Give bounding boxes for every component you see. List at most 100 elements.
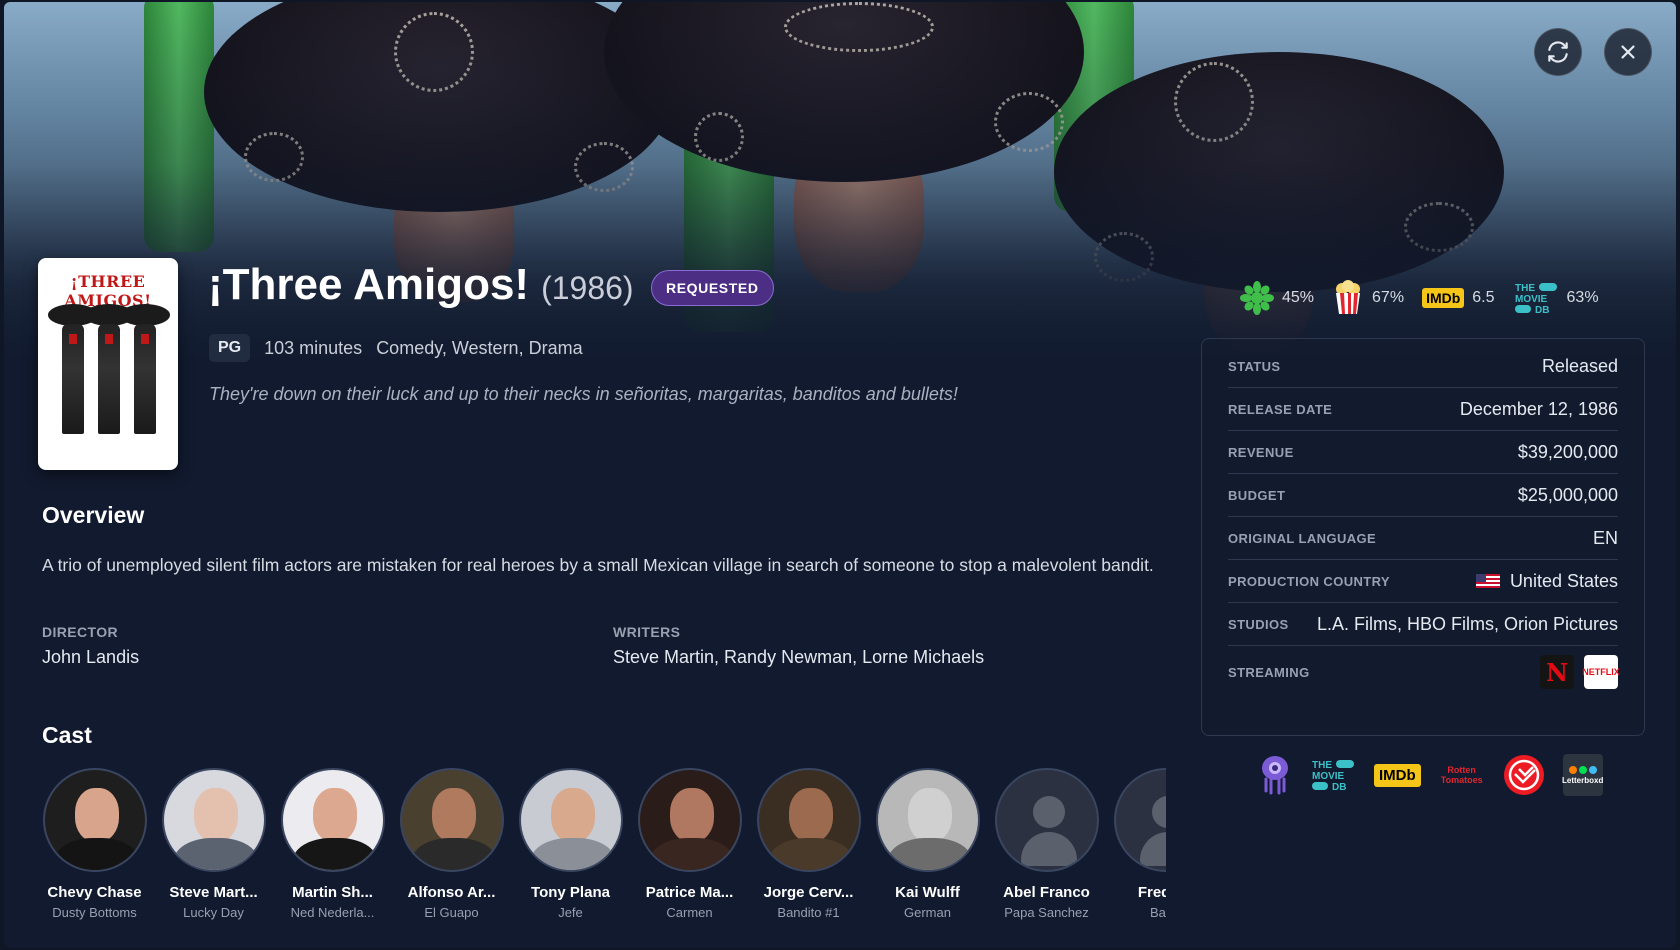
trakt-icon[interactable] [1503,755,1545,795]
avatar [756,768,861,872]
rotten-tomatoes-link[interactable]: Rotten Tomatoes [1439,755,1485,795]
cast-name: Chevy Chase [47,884,142,901]
writers-names[interactable]: Steve Martin, Randy Newman, Lorne Michae… [613,647,984,668]
cast-role: Lucky Day [183,905,244,920]
info-label: STUDIOS [1228,616,1289,632]
info-row-language: ORIGINAL LANGUAGE EN [1228,517,1618,560]
letterboxd-logo: Letterboxd [1562,775,1604,785]
cast-card[interactable]: Tony Plana Jefe [518,768,623,920]
cast-card[interactable]: Fred As Barte [1113,768,1166,920]
cast-card[interactable]: Jorge Cerv... Bandito #1 [756,768,861,920]
info-label: STATUS [1228,358,1281,374]
cast-name: Alfonso Ar... [407,884,496,901]
rating-value: 63% [1566,289,1599,306]
cast-card[interactable]: Martin Sh... Ned Nederla... [280,768,385,920]
avatar [518,768,623,872]
info-row-revenue: REVENUE $39,200,000 [1228,431,1618,474]
director-name[interactable]: John Landis [42,647,139,668]
jellyfish-icon[interactable] [1258,755,1292,795]
ratings-bar: 45% 67% IMDb 6.5 THE MOVIE DB 63% [1240,280,1617,316]
info-value: December 12, 1986 [1459,398,1618,419]
cast-role: Bandito #1 [777,905,840,920]
svg-text:MOVIE: MOVIE [1312,771,1345,782]
letterboxd-dots-icon [1568,765,1597,774]
svg-text:MOVIE: MOVIE [1515,294,1548,305]
cast-card[interactable]: Chevy Chase Dusty Bottoms [42,768,147,920]
info-label: ORIGINAL LANGUAGE [1228,530,1377,546]
movie-title: ¡Three Amigos! [208,260,530,309]
rating-imdb[interactable]: IMDb 6.5 [1422,288,1495,308]
movie-details-page: ¡THREE AMIGOS! ¡Three Amigos! (1986) REQ… [4,2,1676,948]
tagline: They're down on their luck and up to the… [209,384,958,404]
genres: Comedy, Western, Drama [376,337,583,358]
cast-card[interactable]: Patrice Ma... Carmen [637,768,742,920]
info-row-studios: STUDIOS L.A. Films, HBO Films, Orion Pic… [1228,603,1618,646]
cast-name: Jorge Cerv... [763,884,854,901]
cast-name: Tony Plana [531,884,610,901]
close-button[interactable] [1604,28,1652,76]
avatar [280,768,385,872]
cast-card[interactable]: Abel Franco Papa Sanchez [994,768,1099,920]
cast-role: Barte [1149,905,1166,920]
tmdb-link[interactable]: THE MOVIE DB [1310,755,1356,795]
rating-value: 6.5 [1472,289,1495,306]
cast-role: El Guapo [424,905,479,920]
netflix-icon[interactable]: N [1540,655,1574,689]
cast-name: Steve Mart... [169,884,258,901]
streaming-providers: N NETFLIX [1540,655,1620,689]
content-rating: PG [209,334,251,362]
cast-heading: Cast [42,722,92,748]
imdb-link[interactable]: IMDb [1374,755,1421,795]
refresh-button[interactable] [1534,28,1582,76]
info-row-streaming: STREAMING N NETFLIX [1228,646,1620,698]
tmdb-logo-icon: THE MOVIE DB [1312,760,1354,792]
external-links: THE MOVIE DB IMDb Rotten Tomatoes Letter… [1258,754,1603,796]
country-name: United States [1509,570,1618,591]
cast-name: Abel Franco [1003,884,1090,901]
avatar [42,768,147,872]
info-row-budget: BUDGET $25,000,000 [1228,474,1618,517]
svg-text:DB: DB [1535,305,1549,315]
director-label: DIRECTOR [42,624,119,640]
cast-card[interactable]: Kai Wulff German [875,768,980,920]
letterboxd-link[interactable]: Letterboxd [1562,754,1604,796]
close-icon [1621,45,1635,59]
info-label: REVENUE [1228,444,1294,460]
cast-role: Ned Nederla... [290,905,375,920]
info-label: PRODUCTION COUNTRY [1228,573,1390,589]
movie-poster: ¡THREE AMIGOS! [38,258,178,470]
info-label: BUDGET [1228,487,1286,503]
tmdb-logo-icon: THE MOVIE DB [1514,283,1557,315]
svg-text:DB: DB [1332,782,1346,792]
cast-list: Chevy Chase Dusty Bottoms Steve Mart... … [42,768,1166,928]
cast-role: Carmen [666,905,713,920]
avatar [637,768,742,872]
info-row-country: PRODUCTION COUNTRY United States [1228,560,1618,603]
rating-rt-critics[interactable]: 67% [1332,280,1404,316]
cast-card[interactable]: Steve Mart... Lucky Day [161,768,266,920]
movie-info-panel: STATUS Released RELEASE DATE December 12… [1201,338,1645,736]
info-label: RELEASE DATE [1228,401,1333,417]
cast-name: Martin Sh... [292,884,373,901]
overview-heading: Overview [42,502,145,528]
cast-card[interactable]: Alfonso Ar... El Guapo [399,768,504,920]
rating-rt-audience[interactable]: 45% [1240,281,1314,315]
info-value: L.A. Films, HBO Films, Orion Pictures [1316,613,1618,634]
cast-name: Kai Wulff [895,884,960,901]
netflix-basic-icon[interactable]: NETFLIX [1582,655,1620,689]
overview-text: A trio of unemployed silent film actors … [42,555,1154,575]
cast-role: Dusty Bottoms [52,905,137,920]
info-value: EN [1592,527,1618,548]
status-badge: REQUESTED [651,270,774,306]
splat-icon [1240,281,1274,315]
cast-name: Fred As [1137,884,1166,901]
rating-tmdb[interactable]: THE MOVIE DB 63% [1513,281,1599,315]
refresh-icon [1548,41,1568,63]
title-row: ¡Three Amigos! (1986) [208,260,634,310]
cast-role: German [904,905,951,920]
avatar [399,768,504,872]
info-value: $39,200,000 [1517,441,1618,462]
info-value: $25,000,000 [1517,484,1618,505]
cast-name: Patrice Ma... [645,884,734,901]
popcorn-icon [1336,280,1361,314]
